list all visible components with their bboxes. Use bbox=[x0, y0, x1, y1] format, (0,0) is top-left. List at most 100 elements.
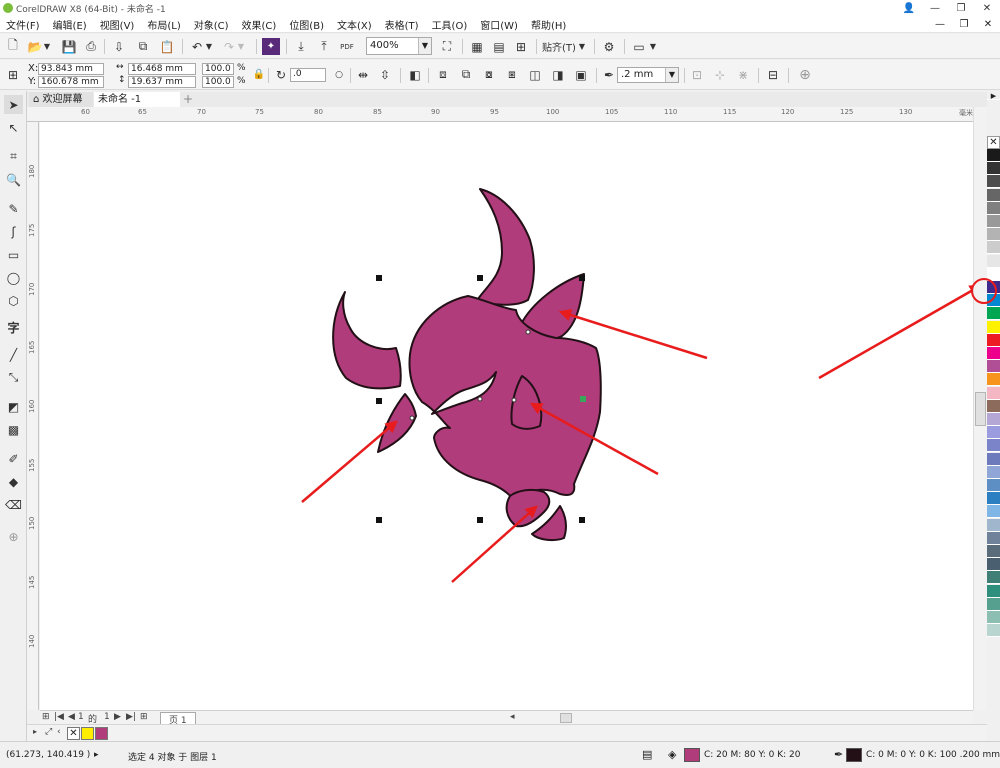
palette-swatch[interactable] bbox=[987, 413, 1000, 426]
menu-file[interactable]: 文件(F) bbox=[6, 17, 40, 32]
break-apart-icon[interactable]: ⋇ bbox=[734, 66, 752, 83]
doc-no-color-swatch[interactable]: ✕ bbox=[67, 727, 80, 740]
outline-color-swatch[interactable] bbox=[846, 748, 862, 762]
rectangle-tool-icon[interactable]: ▭ bbox=[4, 245, 23, 264]
save-icon[interactable]: 💾 bbox=[60, 38, 78, 55]
tab-document[interactable]: 未命名 -1 bbox=[94, 92, 180, 107]
artistic-media-icon[interactable]: ʃ bbox=[4, 222, 23, 241]
menu-object[interactable]: 对象(C) bbox=[194, 17, 229, 32]
vertical-scroll-thumb[interactable] bbox=[975, 392, 986, 426]
palette-swatch[interactable] bbox=[987, 215, 1000, 228]
head-shape[interactable] bbox=[408, 295, 602, 503]
node-point[interactable] bbox=[409, 415, 415, 421]
last-page-icon[interactable]: ▶| bbox=[126, 712, 136, 722]
doc-palette-menu-icon[interactable]: ▸ bbox=[33, 727, 37, 736]
palette-swatch[interactable] bbox=[987, 254, 1000, 268]
horizontal-scrollbar[interactable] bbox=[520, 710, 973, 724]
doc-palette-eyedropper-icon[interactable]: ⤢ bbox=[45, 727, 52, 737]
scroll-left-icon[interactable]: ◂ bbox=[510, 712, 515, 722]
menu-bitmaps[interactable]: 位图(B) bbox=[289, 17, 324, 32]
palette-swatch[interactable] bbox=[987, 597, 1000, 611]
interactive-fill-icon[interactable]: ◆ bbox=[4, 472, 23, 491]
show-guidelines-icon[interactable]: ⊞ bbox=[512, 38, 530, 55]
show-grid-icon[interactable]: ▤ bbox=[490, 38, 508, 55]
user-icon[interactable]: 👤 bbox=[896, 0, 922, 16]
palette-swatch[interactable] bbox=[987, 333, 1000, 347]
nose-shape[interactable] bbox=[505, 488, 551, 528]
new-document-icon[interactable]: 🗋 bbox=[4, 38, 22, 55]
intersect-icon[interactable]: ⧇ bbox=[480, 66, 498, 83]
menu-window[interactable]: 窗口(W) bbox=[480, 17, 518, 32]
palette-swatch[interactable] bbox=[987, 175, 1000, 189]
doc-swatch-magenta[interactable] bbox=[95, 727, 108, 740]
height-field[interactable]: 19.637 mm bbox=[128, 76, 196, 88]
menu-table[interactable]: 表格(T) bbox=[385, 17, 419, 32]
page-options-icon[interactable]: ⊞ bbox=[42, 712, 50, 722]
text-tool-icon[interactable]: 字 bbox=[4, 318, 23, 337]
full-screen-icon[interactable]: ⛶ bbox=[438, 38, 456, 55]
add-tool-icon[interactable]: ⊕ bbox=[796, 66, 814, 83]
undo-dropdown-icon[interactable]: ▼ bbox=[204, 38, 214, 55]
menu-text[interactable]: 文本(X) bbox=[337, 17, 372, 32]
left-ear-shape[interactable] bbox=[377, 393, 417, 453]
align-distribute-icon[interactable]: ⊟ bbox=[764, 66, 782, 83]
palette-swatch[interactable] bbox=[987, 531, 1000, 545]
doc-palette-back-icon[interactable]: ‹ bbox=[57, 727, 61, 737]
paste-icon[interactable]: 📋 bbox=[158, 38, 176, 55]
scale-height-field[interactable]: 100.0 bbox=[202, 76, 234, 88]
fill-bucket-icon[interactable]: ◈ bbox=[668, 748, 676, 761]
new-tab-icon[interactable]: + bbox=[181, 92, 195, 107]
doc-restore-button[interactable]: ❐ bbox=[952, 16, 976, 33]
palette-swatch[interactable] bbox=[987, 162, 1000, 176]
freehand-tool-icon[interactable]: ✎ bbox=[4, 199, 23, 218]
previous-page-icon[interactable]: ◀ bbox=[68, 712, 75, 722]
tab-welcome-screen[interactable]: ⌂ 欢迎屏幕 bbox=[29, 92, 93, 107]
left-horn-shape[interactable] bbox=[332, 291, 402, 390]
next-page-icon[interactable]: ▶ bbox=[114, 712, 121, 722]
ellipse-tool-icon[interactable]: ◯ bbox=[4, 268, 23, 287]
redo-dropdown-icon[interactable]: ▼ bbox=[236, 38, 246, 55]
palette-swatch[interactable] bbox=[987, 452, 1000, 466]
palette-swatch[interactable] bbox=[987, 505, 1000, 519]
open-dropdown-icon[interactable]: ▼ bbox=[42, 38, 52, 55]
import-file-icon[interactable]: ⤓ bbox=[292, 38, 310, 55]
palette-swatch[interactable] bbox=[987, 584, 1000, 598]
publish-pdf-icon[interactable]: PDF bbox=[338, 38, 356, 55]
outline-width-select[interactable]: .2 mm ▼ bbox=[617, 67, 679, 83]
lock-ratio-icon[interactable]: 🔒 bbox=[250, 66, 268, 83]
print-icon[interactable]: ⎙ bbox=[82, 38, 100, 55]
palette-swatch[interactable] bbox=[987, 347, 1000, 360]
group-icon[interactable]: ◧ bbox=[406, 66, 424, 83]
create-boundary-icon[interactable]: ▣ bbox=[572, 66, 590, 83]
parallel-dimension-icon[interactable]: ╱ bbox=[4, 345, 23, 364]
palette-swatch[interactable] bbox=[987, 149, 1000, 162]
import-icon[interactable]: ⇩ bbox=[110, 38, 128, 55]
outline-width-dropdown-icon[interactable]: ▼ bbox=[665, 68, 678, 82]
color-eyedropper-icon[interactable]: ✐ bbox=[4, 449, 23, 468]
restore-button[interactable]: ❐ bbox=[948, 0, 974, 16]
zoom-level-select[interactable]: 400% ▼ bbox=[366, 37, 432, 55]
width-field[interactable]: 16.468 mm bbox=[128, 63, 196, 75]
menu-tools[interactable]: 工具(O) bbox=[432, 17, 468, 32]
drawing-svg[interactable] bbox=[40, 122, 973, 710]
palette-swatch[interactable] bbox=[987, 201, 1000, 215]
bull-artwork[interactable] bbox=[332, 188, 602, 542]
mirror-vertical-icon[interactable]: ⇳ bbox=[376, 66, 394, 83]
palette-swatch[interactable] bbox=[987, 611, 1000, 624]
snap-to-button[interactable]: 贴齐(T) ▼ bbox=[542, 38, 588, 55]
simplify-icon[interactable]: ⧆ bbox=[503, 66, 521, 83]
palette-swatch[interactable] bbox=[987, 307, 1000, 321]
doc-swatch-yellow[interactable] bbox=[81, 727, 94, 740]
transparency-icon[interactable]: ▩ bbox=[4, 420, 23, 439]
palette-swatch[interactable] bbox=[987, 624, 1000, 638]
drop-shadow-icon[interactable]: ◩ bbox=[4, 397, 23, 416]
palette-scroll-up-icon[interactable]: ▶ bbox=[987, 92, 1000, 100]
object-origin-icon[interactable]: ⊞ bbox=[4, 66, 22, 83]
palette-swatch[interactable] bbox=[987, 545, 1000, 558]
menu-help[interactable]: 帮助(H) bbox=[531, 17, 566, 32]
search-content-icon[interactable]: ✦ bbox=[262, 38, 280, 55]
polygon-tool-icon[interactable]: ⬡ bbox=[4, 291, 23, 310]
trim-icon[interactable]: ⧉ bbox=[457, 66, 475, 83]
crop-tool-icon[interactable]: ⌗ bbox=[4, 147, 23, 166]
launcher-dropdown-icon[interactable]: ▼ bbox=[648, 38, 658, 55]
